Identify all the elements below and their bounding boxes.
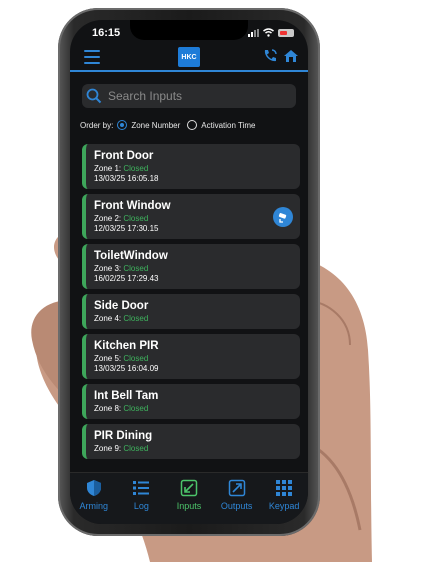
zone-number: Zone 8: <box>94 404 122 413</box>
nav-log[interactable]: Log <box>118 473 166 524</box>
input-name: Kitchen PIR <box>94 340 159 352</box>
zone-line: Zone 1: Closed <box>94 164 300 173</box>
nav-arming[interactable]: Arming <box>70 473 118 524</box>
input-name: ToiletWindow <box>94 250 168 262</box>
list-icon <box>133 481 150 495</box>
input-card-front-door[interactable]: Front Door Zone 1: Closed 13/03/25 16:05… <box>82 144 300 189</box>
zone-line: Zone 5: Closed <box>94 354 300 363</box>
zone-number: Zone 1: <box>94 164 122 173</box>
zone-line: Zone 8: Closed <box>94 404 300 413</box>
input-name: PIR Dining <box>94 430 153 442</box>
search-input[interactable]: Search Inputs <box>108 89 182 103</box>
input-card-side-door[interactable]: Side Door Zone 4: Closed <box>82 294 300 329</box>
zone-number: Zone 5: <box>94 354 122 363</box>
search-field[interactable]: Search Inputs <box>82 84 296 108</box>
menu-icon[interactable] <box>84 50 100 68</box>
header-actions <box>261 47 300 65</box>
order-by-row: Order by: Zone Number Activation Time <box>80 120 256 130</box>
bottom-nav: Arming Log Inputs Outputs Keypad <box>70 472 308 524</box>
radio-zone-number[interactable] <box>117 120 128 130</box>
zone-status: Closed <box>123 354 149 363</box>
activation-time: 12/03/25 17:30.15 <box>94 224 159 233</box>
home-icon[interactable] <box>282 47 300 65</box>
signal-icon <box>248 28 259 37</box>
input-name: Front Window <box>94 200 171 212</box>
input-card-front-window[interactable]: Front Window Zone 2: Closed 12/03/25 17:… <box>82 194 300 239</box>
notch <box>130 20 248 40</box>
nav-label: Arming <box>79 501 109 511</box>
zone-number: Zone 3: <box>94 264 122 273</box>
nav-label: Outputs <box>220 501 253 511</box>
app-header: HKC <box>70 44 308 72</box>
zone-number: Zone 2: <box>94 214 122 223</box>
nav-label: Keypad <box>268 501 300 511</box>
zone-status: Closed <box>123 314 149 323</box>
keypad-icon <box>276 480 293 496</box>
status-time: 16:15 <box>92 27 121 39</box>
battery-icon <box>278 28 294 37</box>
input-card-kitchen-pir[interactable]: Kitchen PIR Zone 5: Closed 13/03/25 16:0… <box>82 334 300 379</box>
zone-number: Zone 4: <box>94 314 122 323</box>
nav-inputs[interactable]: Inputs <box>165 473 213 524</box>
activation-time: 16/02/25 17:29.43 <box>94 274 159 283</box>
input-name: Int Bell Tam <box>94 390 159 402</box>
output-arrow-icon <box>228 479 245 497</box>
phone-call-icon[interactable] <box>261 47 279 65</box>
zone-line: Zone 9: Closed <box>94 444 300 453</box>
input-name: Side Door <box>94 300 149 312</box>
input-arrow-icon <box>180 479 198 497</box>
zone-status: Closed <box>123 444 149 453</box>
radio-activation-time[interactable] <box>187 120 198 130</box>
bypass-camera-icon[interactable] <box>273 206 293 227</box>
input-card-pir-dining[interactable]: PIR Dining Zone 9: Closed <box>82 424 300 459</box>
option-zone-number[interactable]: Zone Number <box>131 121 180 130</box>
activation-time: 13/03/25 16:05.18 <box>94 174 159 183</box>
activation-time: 13/03/25 16:04.09 <box>94 364 159 373</box>
input-card-int-bell-tam[interactable]: Int Bell Tam Zone 8: Closed <box>82 384 300 419</box>
shield-icon <box>86 480 101 496</box>
nav-outputs[interactable]: Outputs <box>213 473 261 524</box>
option-activation-time[interactable]: Activation Time <box>201 121 255 130</box>
nav-keypad[interactable]: Keypad <box>260 473 308 524</box>
nav-label: Inputs <box>176 501 202 511</box>
hkc-logo: HKC <box>178 47 200 67</box>
system-icons <box>248 28 294 37</box>
nav-label: Log <box>133 501 149 511</box>
zone-number: Zone 9: <box>94 444 122 453</box>
order-by-label: Order by: <box>80 120 114 130</box>
app-screen: 16:15 HKC Search Inputs Order by: Zone N… <box>70 20 308 524</box>
zone-status: Closed <box>123 164 149 173</box>
zone-line: Zone 2: Closed <box>94 214 300 223</box>
inputs-list: Front Door Zone 1: Closed 13/03/25 16:05… <box>82 144 300 464</box>
wifi-icon <box>263 28 274 37</box>
zone-line: Zone 4: Closed <box>94 314 300 323</box>
zone-status: Closed <box>123 404 149 413</box>
zone-line: Zone 3: Closed <box>94 264 300 273</box>
zone-status: Closed <box>123 214 149 223</box>
input-card-toilet-window[interactable]: ToiletWindow Zone 3: Closed 16/02/25 17:… <box>82 244 300 289</box>
input-name: Front Door <box>94 150 154 162</box>
zone-status: Closed <box>123 264 149 273</box>
search-icon <box>86 88 102 104</box>
